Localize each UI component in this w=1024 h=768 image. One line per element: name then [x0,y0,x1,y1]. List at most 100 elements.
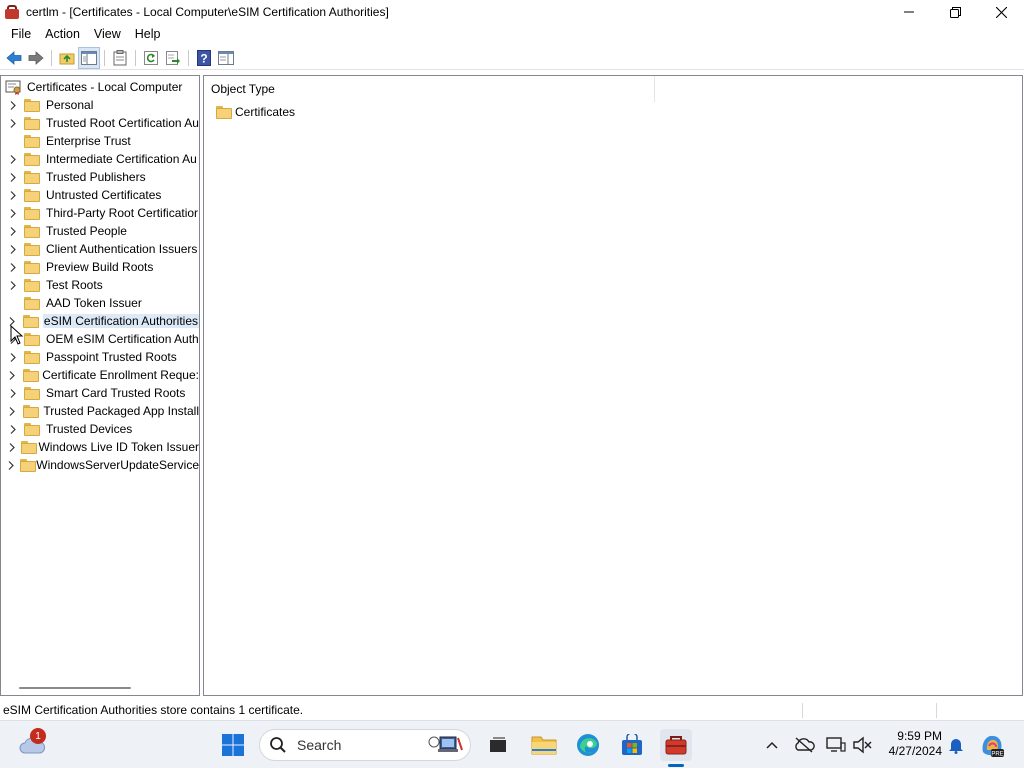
chevron-right-icon [9,442,15,452]
menu-file[interactable]: File [4,24,38,44]
show-hidden-icons-button[interactable] [760,733,784,757]
expand-chevron-icon[interactable] [8,222,18,240]
windows-logo-icon [222,734,244,756]
tree-horizontal-scrollbar[interactable] [19,687,131,689]
tree-item-untrusted-certificates[interactable]: Untrusted Certificates [1,186,199,204]
chevron-right-icon [9,370,16,380]
edge-button[interactable] [572,729,604,761]
show-hide-console-tree-button[interactable] [78,46,100,69]
folder-icon [24,170,40,184]
folder-icon [24,116,40,130]
chevron-right-icon [10,244,16,254]
back-icon [6,50,22,65]
taskbar-clock[interactable]: 9:59 PM 4/27/2024 [880,729,942,759]
tree-item-aad-token-issuer[interactable]: AAD Token Issuer [1,294,199,312]
tree-item-test-roots[interactable]: Test Roots [1,276,199,294]
tree-item-third-party-root-certificatior[interactable]: Third-Party Root Certificatior [1,204,199,222]
expand-chevron-icon[interactable] [8,402,17,420]
tree-item-label: eSIM Certification Authorities [42,314,199,328]
tree-item-esim-certification-authorities[interactable]: eSIM Certification Authorities [1,312,199,330]
close-button[interactable] [978,0,1024,24]
properties-button[interactable] [109,47,131,69]
export-list-button[interactable] [162,47,184,69]
expand-chevron-icon[interactable] [8,114,18,132]
file-explorer-button[interactable] [528,729,560,761]
expander-placeholder [8,294,18,312]
tree-item-intermediate-certification-au[interactable]: Intermediate Certification Au [1,150,199,168]
folder-icon [20,458,37,472]
expand-chevron-icon[interactable] [8,276,18,294]
copilot-button[interactable]: PRE [978,733,1006,758]
tree-root-certificates-local-computer[interactable]: Certificates - Local Computer [5,78,182,96]
expand-chevron-icon[interactable] [8,348,18,366]
start-button[interactable] [217,729,249,761]
expand-chevron-icon[interactable] [8,420,18,438]
expand-chevron-icon[interactable] [8,150,18,168]
volume-tray-button[interactable] [850,733,874,757]
console-tree[interactable]: Certificates - Local Computer Personal Tr… [0,75,200,696]
chevron-right-icon [10,406,16,416]
chevron-right-icon [10,280,16,290]
tree-item-trusted-people[interactable]: Trusted People [1,222,199,240]
column-object-type[interactable]: Object Type [204,76,655,102]
list-column-header: Object Type [204,76,1022,102]
tree-item-certificate-enrollment-reque[interactable]: Certificate Enrollment Reque: [1,366,199,384]
tree-item-windows-live-id-token-issuer[interactable]: Windows Live ID Token Issuer [1,438,199,456]
forward-button[interactable] [25,47,47,69]
task-view-button[interactable] [482,729,514,761]
folder-icon [24,152,40,166]
show-action-pane-button[interactable] [215,47,237,69]
tree-item-smart-card-trusted-roots[interactable]: Smart Card Trusted Roots [1,384,199,402]
expand-chevron-icon[interactable] [8,204,18,222]
tree-item-personal[interactable]: Personal [1,96,199,114]
menu-help[interactable]: Help [128,24,168,44]
taskbar-search[interactable]: Search [259,729,471,761]
tree-item-trusted-publishers[interactable]: Trusted Publishers [1,168,199,186]
expand-chevron-icon[interactable] [8,366,17,384]
microsoft-store-button[interactable] [616,729,648,761]
folder-icon [24,188,40,202]
network-tray-button[interactable] [824,733,848,757]
expand-chevron-icon[interactable] [8,186,18,204]
expand-chevron-icon[interactable] [8,456,14,474]
tree-item-label: Client Authentication Issuers [46,242,198,256]
status-divider [936,703,937,718]
expand-chevron-icon[interactable] [8,258,18,276]
forward-icon [28,50,44,65]
list-item[interactable]: Certificates [210,103,295,121]
menu-view[interactable]: View [87,24,128,44]
minimize-button[interactable] [886,0,932,24]
menu-action[interactable]: Action [38,24,87,44]
certlm-app-icon[interactable] [4,4,20,20]
restore-button[interactable] [932,0,978,24]
expand-chevron-icon[interactable] [8,384,18,402]
tree-item-passpoint-trusted-roots[interactable]: Passpoint Trusted Roots [1,348,199,366]
refresh-button[interactable] [140,47,162,69]
tree-item-client-authentication-issuers[interactable]: Client Authentication Issuers [1,240,199,258]
up-one-level-button[interactable] [56,47,78,69]
results-pane[interactable]: Object Type Certificates [203,75,1023,696]
menu-bar: File Action View Help [0,24,1024,44]
tree-item-oem-esim-certification-auth[interactable]: OEM eSIM Certification Auth [1,330,199,348]
tree-item-preview-build-roots[interactable]: Preview Build Roots [1,258,199,276]
tree-item-enterprise-trust[interactable]: Enterprise Trust [1,132,199,150]
back-button[interactable] [3,47,25,69]
chevron-right-icon [10,172,16,182]
expand-chevron-icon[interactable] [8,240,18,258]
onedrive-tray-button[interactable] [792,733,816,757]
export-list-icon [166,50,180,65]
close-icon [995,6,1007,18]
tree-item-windowsserverupdateservice[interactable]: WindowsServerUpdateService [1,456,199,474]
help-button[interactable]: ? [193,47,215,69]
tree-item-trusted-packaged-app-install[interactable]: Trusted Packaged App Install [1,402,199,420]
svg-text:?: ? [200,51,207,65]
folder-icon [24,206,40,220]
expand-chevron-icon[interactable] [8,438,15,456]
notification-badge: 1 [30,728,46,744]
expand-chevron-icon[interactable] [8,96,18,114]
notifications-button[interactable] [944,733,968,757]
expand-chevron-icon[interactable] [8,168,18,186]
tree-item-trusted-devices[interactable]: Trusted Devices [1,420,199,438]
certlm-taskbar-button[interactable] [660,729,692,761]
tree-item-trusted-root-certification-au[interactable]: Trusted Root Certification Au [1,114,199,132]
